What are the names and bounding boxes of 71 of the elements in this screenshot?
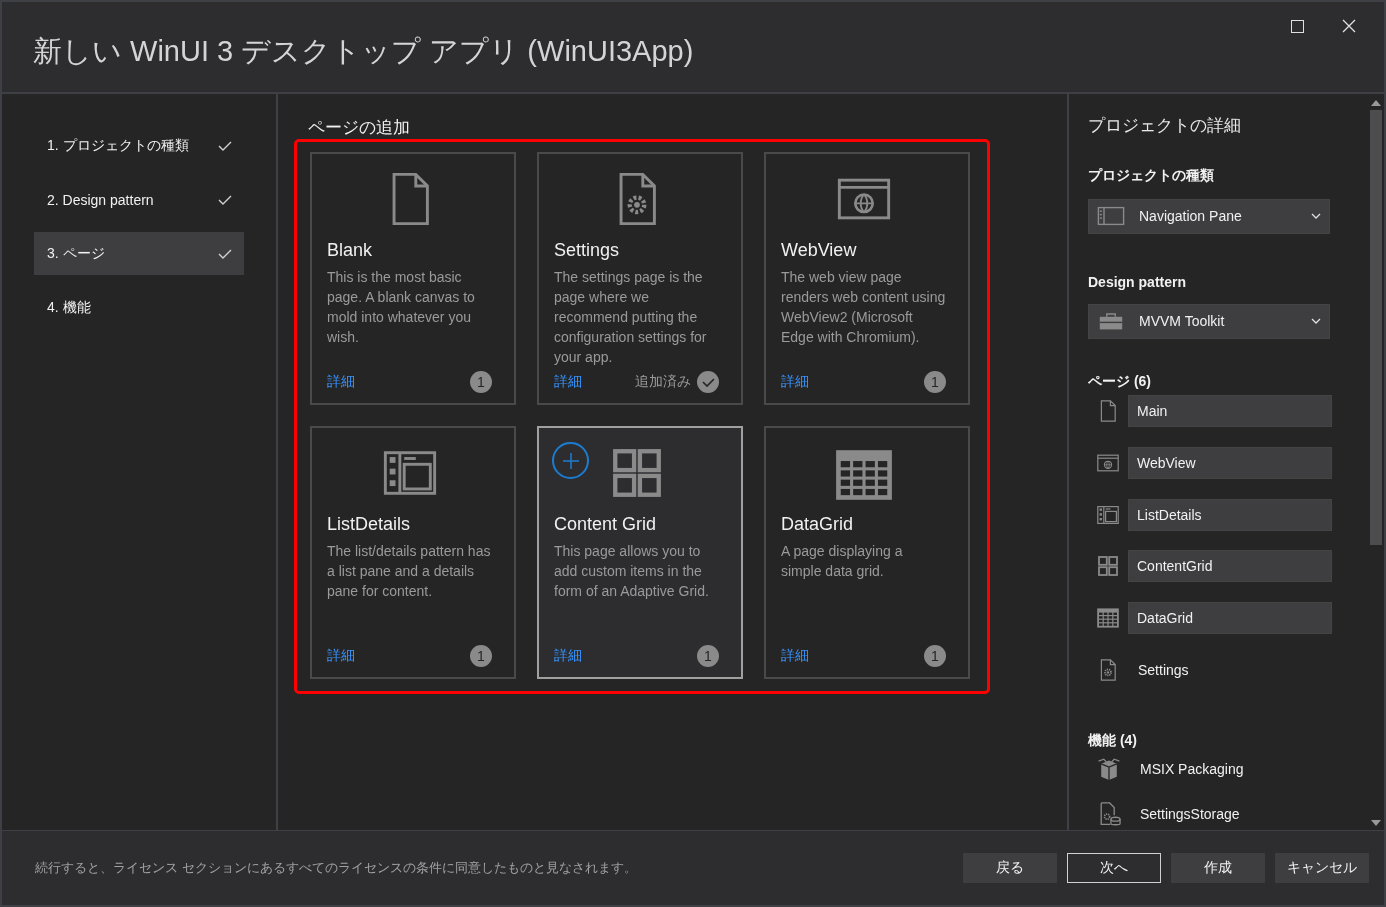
- grid-icon: [1096, 554, 1120, 579]
- count-badge: 1: [470, 645, 492, 667]
- feature-name: SettingsStorage: [1139, 805, 1240, 822]
- card-description: A page displaying a simple data grid.: [781, 542, 904, 581]
- count-badge: 1: [697, 645, 719, 667]
- check-icon: [218, 248, 232, 259]
- count-badge: 1: [470, 371, 492, 393]
- license-notice: 続行すると、ライセンス セクションにあるすべてのライセンスの条件に同意したものと見なされます。: [35, 859, 638, 877]
- card-description: The list/details pattern has a list pane and a details pane for content.: [327, 542, 492, 601]
- card-description: The settings page is the page where we recommend putting the configuration settings for your app.: [554, 268, 708, 367]
- section-label: ページ (6): [1088, 372, 1152, 391]
- page-name: Settings: [1137, 661, 1189, 678]
- check-circle-icon: [697, 371, 719, 393]
- card-title: DataGrid: [781, 514, 855, 535]
- page-template-card[interactable]: Settings The settings page is the page where we recommend putting the configuration settings for your app. 詳細 追加済み: [537, 152, 743, 405]
- page-name-field[interactable]: DataGrid: [1128, 602, 1332, 635]
- card-description: This page allows you to add custom items in the form of an Adaptive Grid.: [554, 542, 710, 601]
- details-link[interactable]: 詳細: [781, 647, 809, 665]
- close-icon: [1342, 19, 1356, 33]
- card-title: Settings: [554, 240, 621, 261]
- count-badge: 1: [924, 645, 946, 667]
- maximize-icon: [1290, 19, 1304, 33]
- dialog-button[interactable]: キャンセル: [1275, 853, 1369, 883]
- wizard-step[interactable]: 2. Design pattern: [34, 178, 244, 221]
- page-name-field[interactable]: WebView: [1128, 446, 1332, 479]
- card-description: The web view page renders web content using WebView2 (Microsoft Edge with Chromium).: [781, 268, 946, 347]
- details-link[interactable]: 詳細: [327, 373, 355, 391]
- page-name-field[interactable]: ListDetails: [1128, 498, 1332, 531]
- card-description: This is the most basic page. A blank canvas to mold into whatever you wish.: [327, 268, 476, 347]
- add-button[interactable]: [552, 442, 589, 479]
- details-link[interactable]: 詳細: [781, 373, 809, 391]
- page-template-card[interactable]: DataGrid A page displaying a simple data grid. 詳細 1: [764, 426, 970, 679]
- window-title: 新しい WinUI 3 デスクトップ アプリ (WinUI3App): [32, 34, 694, 69]
- page-template-card[interactable]: ListDetails The list/details pattern has a list pane and a details pane for content. 詳細 1: [310, 426, 516, 679]
- dialog-button[interactable]: 戻る: [963, 853, 1057, 883]
- panel-heading: プロジェクトの詳細: [1088, 115, 1242, 137]
- scrollbar-thumb[interactable]: [1370, 110, 1382, 545]
- wizard-step[interactable]: 1. プロジェクトの種類: [34, 124, 244, 167]
- added-label: 追加済み: [635, 373, 691, 391]
- wizard-step[interactable]: 4. 機能: [34, 286, 244, 329]
- card-title: Blank: [327, 240, 374, 261]
- check-icon: [218, 194, 232, 205]
- page-name-field[interactable]: Main: [1128, 395, 1332, 427]
- section-heading: ページの追加: [308, 117, 411, 139]
- check-icon: [218, 140, 232, 151]
- dialog-button[interactable]: 作成: [1171, 853, 1265, 883]
- section-label: 機能 (4): [1088, 732, 1138, 751]
- scroll-down-icon[interactable]: [1371, 820, 1381, 826]
- dropdown[interactable]: Navigation Pane: [1088, 199, 1330, 234]
- page-template-card[interactable]: WebView The web view page renders web content using WebView2 (Microsoft Edge with Chromium). 詳細 1: [764, 152, 970, 405]
- page-template-card[interactable]: Content Grid This page allows you to add custom items in the form of an Adaptive Grid. 詳細 1: [537, 426, 743, 679]
- chevron-down-icon: [1311, 213, 1321, 220]
- scroll-up-icon[interactable]: [1371, 100, 1381, 106]
- page-template-card[interactable]: Blank This is the most basic page. A blank canvas to mold into whatever you wish. 詳細 1: [310, 152, 516, 405]
- card-title: ListDetails: [327, 514, 412, 535]
- section-label: Design pattern: [1088, 273, 1187, 290]
- chevron-down-icon: [1311, 318, 1321, 325]
- plus-icon: [560, 450, 581, 471]
- section-label: プロジェクトの種類: [1088, 167, 1215, 185]
- table-icon: [1096, 606, 1120, 631]
- details-link[interactable]: 詳細: [327, 647, 355, 665]
- details-link[interactable]: 詳細: [554, 373, 582, 391]
- details-link[interactable]: 詳細: [554, 647, 582, 665]
- dropdown[interactable]: MVVM Toolkit: [1088, 303, 1330, 339]
- feature-name: MSIX Packaging: [1139, 760, 1244, 777]
- page-name-field[interactable]: ContentGrid: [1128, 550, 1332, 583]
- card-title: WebView: [781, 240, 858, 261]
- dialog-button[interactable]: 次へ: [1067, 853, 1161, 883]
- card-title: Content Grid: [554, 514, 658, 535]
- count-badge: 1: [924, 371, 946, 393]
- wizard-step[interactable]: 3. ページ: [34, 232, 244, 275]
